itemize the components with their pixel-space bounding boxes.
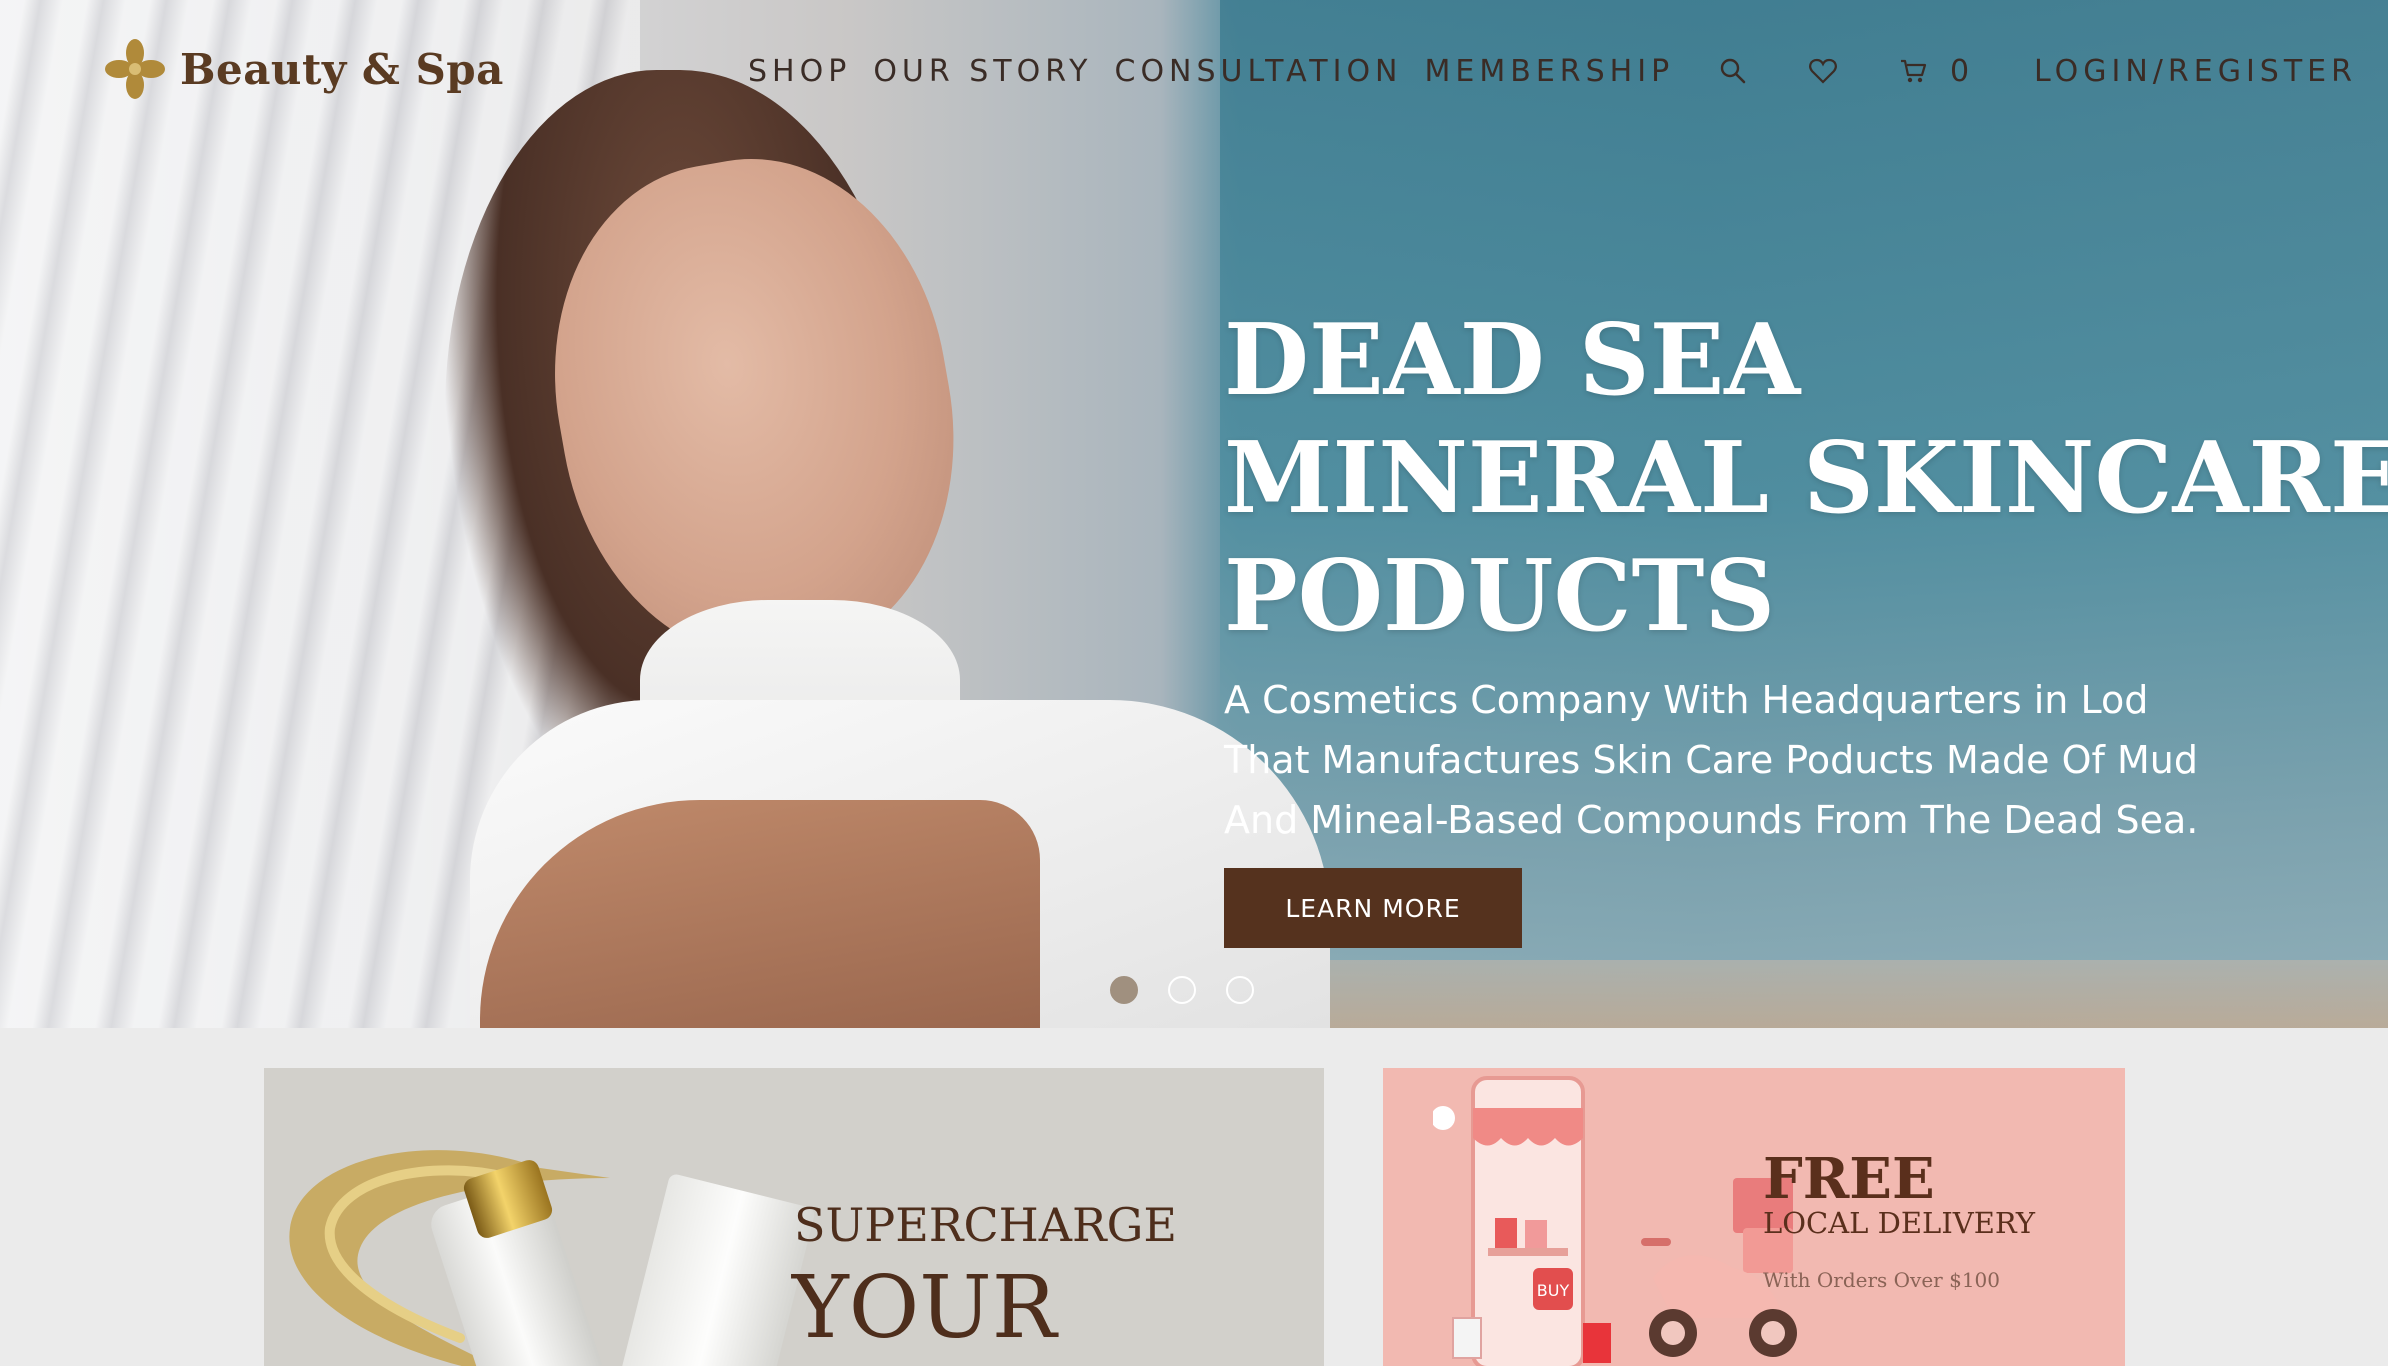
hero-subtitle-line: That Manufactures Skin Care Poducts Made… <box>1224 738 2198 782</box>
promo-card-supercharge[interactable]: SUPERCHARGE YOUR <box>264 1068 1324 1366</box>
main-nav: SHOP OUR STORY CONSULTATION MEMBERSHIP <box>748 54 1674 89</box>
hero-model-image <box>0 0 1340 1028</box>
hero-subtitle-line: And Mineal-Based Compounds From The Dead… <box>1224 798 2199 842</box>
phone-store-illustration: BUY <box>1433 1076 1611 1366</box>
nav-our-story[interactable]: OUR STORY <box>873 54 1092 89</box>
promo-supercharge-text: SUPERCHARGE <box>794 1198 1177 1252</box>
login-register-link[interactable]: LOGIN/REGISTER <box>2034 54 2357 89</box>
search-icon[interactable] <box>1718 56 1748 86</box>
free-delivery-title: FREE <box>1763 1146 1935 1212</box>
hero-title: DEAD SEA MINERAL SKINCARE PODUCTS <box>1224 302 2388 656</box>
carousel-dot-1[interactable] <box>1110 976 1138 1004</box>
nav-shop[interactable]: SHOP <box>748 54 851 89</box>
hero-banner: DEAD SEA MINERAL SKINCARE PODUCTS A Cosm… <box>0 0 2388 1028</box>
buy-badge-text: BUY <box>1537 1281 1570 1300</box>
learn-more-button[interactable]: LEARN MORE <box>1224 868 1522 948</box>
carousel-dot-3[interactable] <box>1226 976 1254 1004</box>
cart-count[interactable]: 0 <box>1950 54 1969 89</box>
hero-title-line: MINERAL SKINCARE <box>1224 421 2388 536</box>
hero-title-line: PODUCTS <box>1224 539 1776 654</box>
cart-icon[interactable] <box>1898 56 1928 86</box>
hero-title-line: DEAD SEA <box>1224 303 1801 418</box>
free-delivery-note: With Orders Over $100 <box>1763 1268 2001 1292</box>
free-delivery-subtitle: LOCAL DELIVERY <box>1763 1206 2035 1240</box>
heart-icon[interactable] <box>1808 56 1838 86</box>
nav-membership[interactable]: MEMBERSHIP <box>1425 54 1675 89</box>
hero-subtitle-line: A Cosmetics Company With Headquarters in… <box>1224 678 2149 722</box>
hero-subtitle: A Cosmetics Company With Headquarters in… <box>1224 670 2374 850</box>
hero-sea-edge <box>1200 960 2388 1028</box>
brand-name: Beauty & Spa <box>180 44 504 94</box>
promo-card-free-delivery[interactable]: BUY FREE LOCAL DELIVERY With Orders Over… <box>1383 1068 2125 1366</box>
brand-logo[interactable]: Beauty & Spa <box>104 38 504 100</box>
nav-consultation[interactable]: CONSULTATION <box>1115 54 1403 89</box>
carousel-dot-2[interactable] <box>1168 976 1196 1004</box>
carousel-dots <box>1110 976 1254 1004</box>
flower-logo-icon <box>105 39 165 99</box>
promo-your-text: YOUR <box>792 1258 1057 1358</box>
